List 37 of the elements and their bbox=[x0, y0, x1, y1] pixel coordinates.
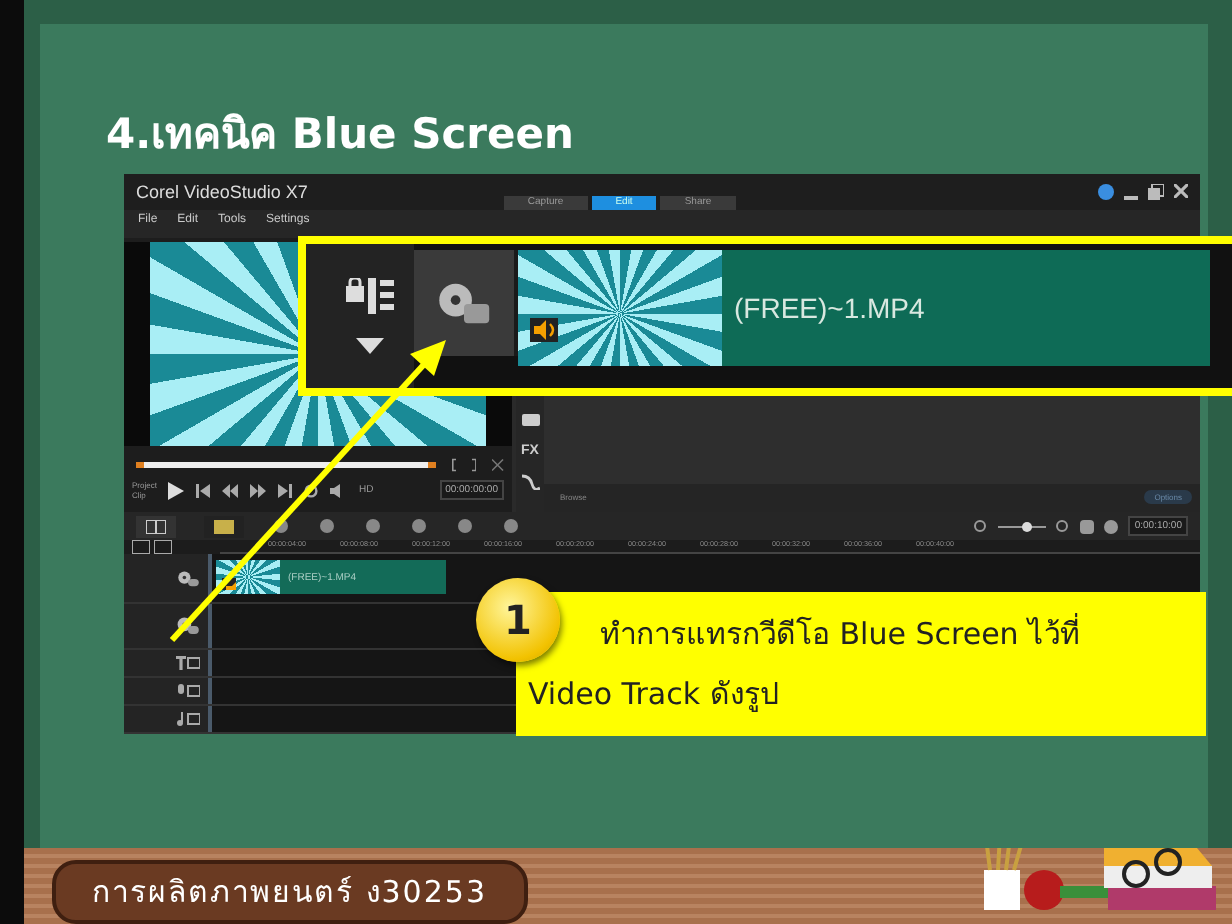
forward-icon[interactable] bbox=[250, 483, 267, 497]
overlay-track-icon[interactable] bbox=[176, 616, 200, 636]
chapter-icon[interactable] bbox=[154, 540, 172, 554]
video-track-button[interactable] bbox=[414, 250, 518, 356]
track-lock-icon[interactable] bbox=[346, 278, 394, 314]
timeline-view-button[interactable] bbox=[204, 515, 244, 537]
start-icon[interactable] bbox=[196, 483, 211, 497]
music-track-icon[interactable] bbox=[176, 712, 200, 726]
bracket-right-icon[interactable] bbox=[472, 457, 477, 471]
instruction-text: Video Track ดังรูป bbox=[528, 674, 782, 716]
path-icon[interactable] bbox=[521, 474, 539, 490]
instruction-text: ทำการแทรกวีดีโอ Blue Screen ไว้ที่ bbox=[598, 611, 1083, 656]
microphone-track-icon[interactable] bbox=[176, 684, 200, 698]
film-reel-icon bbox=[436, 279, 492, 327]
timeline-icon bbox=[214, 519, 234, 533]
title-track-icon[interactable] bbox=[176, 656, 200, 670]
grid-icon bbox=[146, 519, 166, 533]
slide-title: 4.เทคนิค Blue Screen bbox=[106, 108, 576, 162]
course-label: การผลิตภาพยนตร์ ง30253 bbox=[52, 860, 527, 924]
play-icon[interactable] bbox=[168, 481, 185, 499]
speaker-icon bbox=[530, 318, 558, 342]
dropdown-arrow-icon[interactable] bbox=[356, 338, 384, 354]
storyboard-view-button[interactable] bbox=[136, 515, 176, 537]
video-clip[interactable]: (FREE)~1.MP4 bbox=[518, 250, 1210, 366]
restore-icon[interactable] bbox=[1148, 184, 1164, 200]
bracket-left-icon[interactable] bbox=[451, 457, 457, 471]
window-title: Corel VideoStudio X7 bbox=[136, 182, 308, 202]
trim-bar[interactable] bbox=[136, 461, 436, 467]
rewind-icon[interactable] bbox=[222, 483, 239, 497]
split-icon[interactable] bbox=[492, 457, 504, 471]
close-icon[interactable] bbox=[1174, 184, 1188, 198]
clip-name: (FREE)~1.MP4 bbox=[732, 292, 925, 324]
zoom-slider-thumb[interactable] bbox=[1022, 521, 1033, 531]
track-manager-icon[interactable] bbox=[132, 540, 150, 554]
repeat-icon[interactable] bbox=[304, 483, 319, 497]
film-reel-icon[interactable] bbox=[176, 569, 200, 587]
end-icon[interactable] bbox=[278, 483, 293, 497]
